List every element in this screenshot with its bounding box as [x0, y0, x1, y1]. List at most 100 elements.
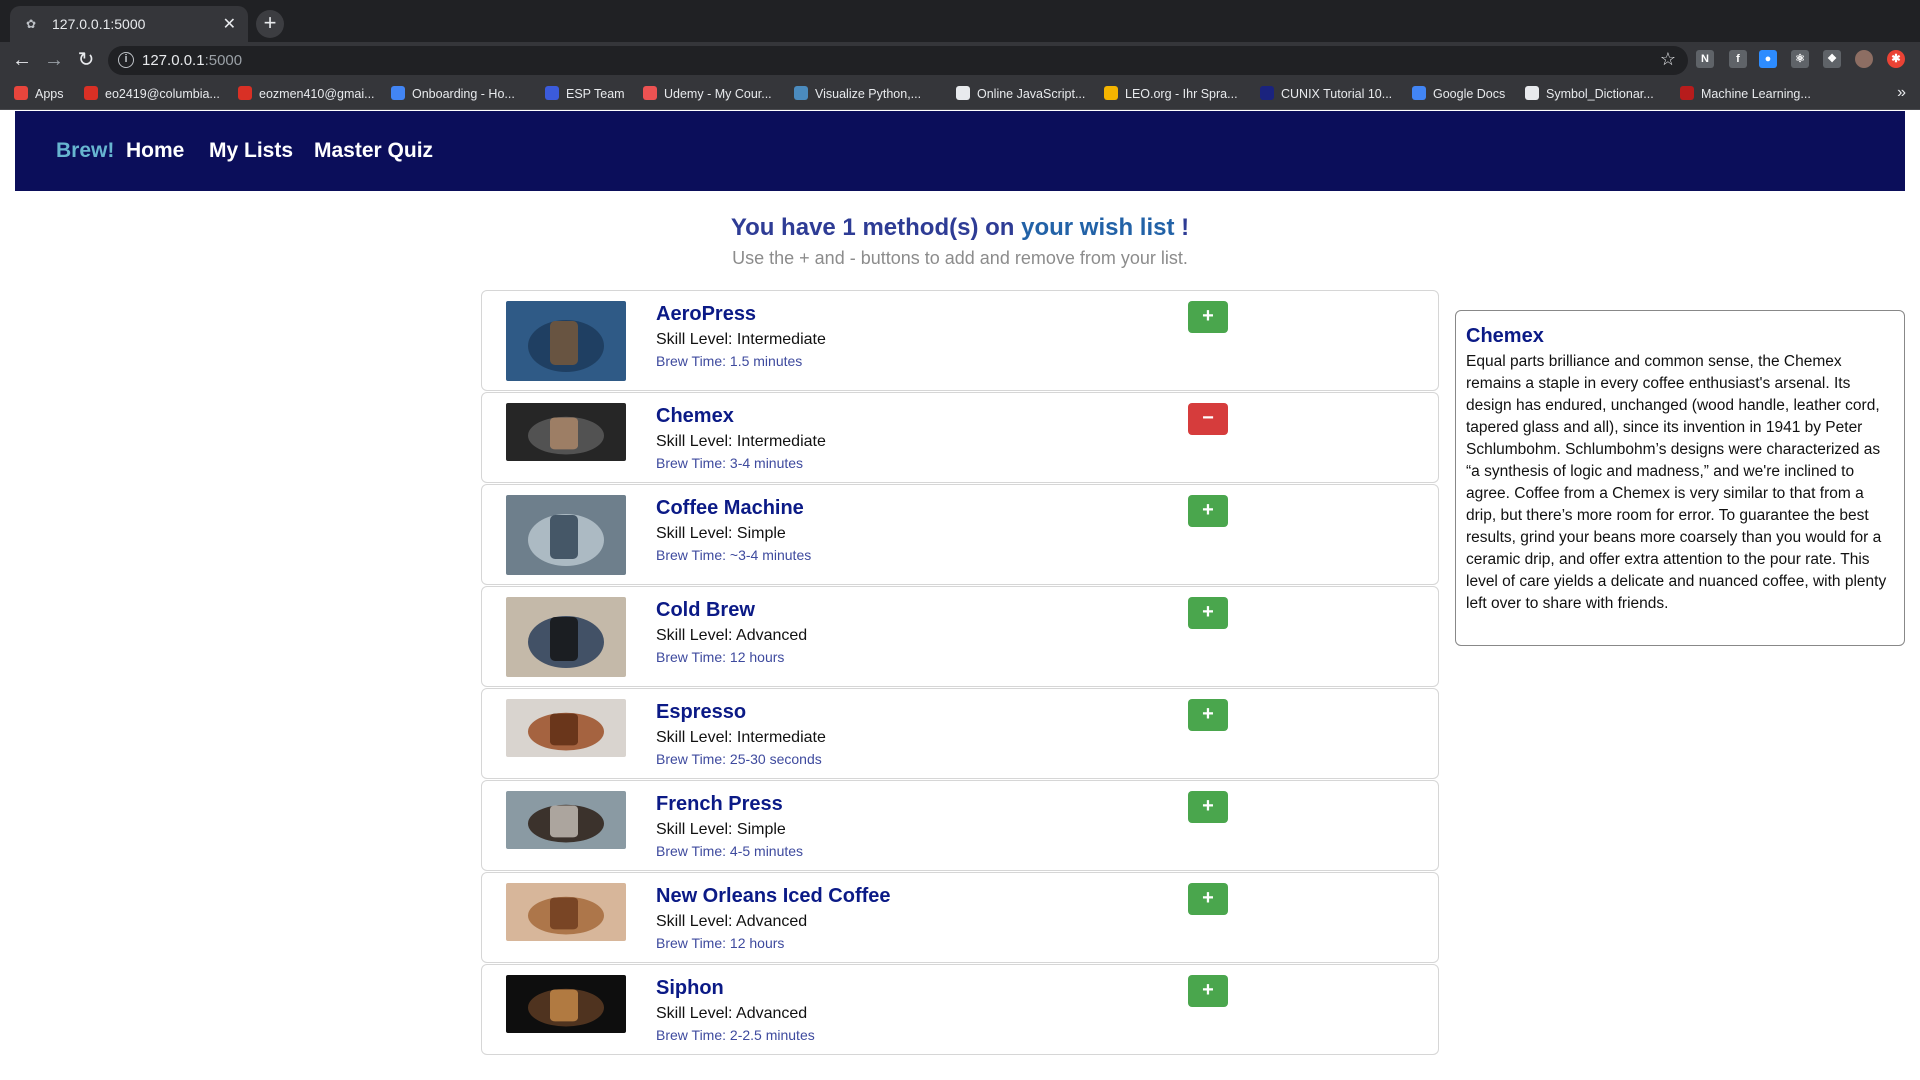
bookmark-star-icon[interactable]: ☆ — [1660, 49, 1676, 70]
method-card[interactable]: Coffee Machine Skill Level: Simple Brew Ti… — [481, 484, 1439, 585]
method-brew-time: Brew Time: 12 hours — [656, 649, 785, 665]
profile-avatar-icon[interactable] — [1855, 50, 1873, 68]
nav-master-quiz[interactable]: Master Quiz — [314, 139, 433, 163]
method-name[interactable]: French Press — [656, 793, 783, 816]
method-skill-level: Skill Level: Advanced — [656, 627, 808, 644]
browser-toolbar: ← → ↻ i 127.0.0.1:5000 ☆ N f ● ⚛ ❖ ✱ — [0, 42, 1920, 78]
zoom-extension-icon[interactable]: ● — [1759, 50, 1777, 68]
bookmark-favicon-icon — [14, 86, 28, 100]
back-icon[interactable]: ← — [10, 48, 34, 72]
bookmark-item[interactable]: LEO.org - Ihr Spra... — [1104, 86, 1238, 101]
bookmark-favicon-icon — [391, 86, 405, 100]
tab-title: 127.0.0.1:5000 — [52, 16, 146, 32]
add-to-list-button[interactable]: + — [1188, 597, 1228, 629]
bookmark-favicon-icon — [84, 86, 98, 100]
page-favicon-icon: ✿ — [25, 17, 37, 31]
bookmark-item[interactable]: Visualize Python,... — [794, 86, 921, 101]
method-name[interactable]: New Orleans Iced Coffee — [656, 885, 891, 908]
method-name[interactable]: Espresso — [656, 701, 746, 724]
bookmark-item[interactable]: Apps — [14, 86, 64, 101]
method-brew-time: Brew Time: 4-5 minutes — [656, 843, 804, 859]
np-extension-icon[interactable]: N — [1696, 50, 1714, 68]
new-tab-icon[interactable]: + — [256, 10, 284, 38]
page-title: You have 1 method(s) on your wish list ! — [730, 214, 1190, 241]
method-thumbnail[interactable] — [506, 699, 626, 757]
bookmark-favicon-icon — [1260, 86, 1274, 100]
method-name[interactable]: Chemex — [656, 405, 734, 428]
method-name[interactable]: Cold Brew — [656, 599, 755, 622]
method-card[interactable]: Chemex Skill Level: Intermediate Brew Time… — [481, 392, 1439, 483]
bookmark-item[interactable]: Google Docs — [1412, 86, 1505, 101]
method-thumbnail[interactable] — [506, 403, 626, 461]
method-name[interactable]: AeroPress — [656, 303, 756, 326]
site-info-icon[interactable]: i — [118, 52, 134, 68]
method-detail-panel: Chemex Equal parts brilliance and common… — [1455, 310, 1905, 646]
bookmark-item[interactable]: ESP Team — [545, 86, 625, 101]
method-name[interactable]: Siphon — [656, 977, 724, 1000]
wish-list-link[interactable]: your wish list — [1021, 214, 1174, 241]
method-skill-level: Skill Level: Simple — [656, 821, 786, 838]
method-thumbnail[interactable] — [506, 791, 626, 849]
bookmark-favicon-icon — [1412, 86, 1426, 100]
extension-red-icon[interactable]: ✱ — [1887, 50, 1905, 68]
method-thumbnail[interactable] — [506, 975, 626, 1033]
browser-tab-bar: ✿ 127.0.0.1:5000 ✕ + — [0, 0, 1920, 42]
nav-home[interactable]: Home — [126, 139, 184, 163]
bookmarks-overflow-icon[interactable]: » — [1897, 84, 1906, 102]
bookmarks-bar: Apps eo2419@columbia... eozmen410@gmai... O… — [0, 78, 1920, 110]
bookmark-favicon-icon — [956, 86, 970, 100]
bookmark-item[interactable]: eozmen410@gmai... — [238, 86, 375, 101]
bookmark-item[interactable]: eo2419@columbia... — [84, 86, 220, 101]
bookmark-favicon-icon — [238, 86, 252, 100]
method-skill-level: Skill Level: Advanced — [656, 1005, 808, 1022]
bookmark-favicon-icon — [1680, 86, 1694, 100]
bookmark-item[interactable]: Symbol_Dictionar... — [1525, 86, 1654, 101]
detail-title: Chemex — [1466, 325, 1544, 347]
add-to-list-button[interactable]: + — [1188, 495, 1228, 527]
method-thumbnail[interactable] — [506, 495, 626, 575]
add-to-list-button[interactable]: + — [1188, 301, 1228, 333]
method-card[interactable]: Siphon Skill Level: Advanced Brew Time: 2-… — [481, 964, 1439, 1055]
method-card[interactable]: Cold Brew Skill Level: Advanced Brew Time:… — [481, 586, 1439, 687]
brand-logo[interactable]: Brew! — [56, 139, 114, 163]
add-to-list-button[interactable]: + — [1188, 975, 1228, 1007]
bookmark-favicon-icon — [1525, 86, 1539, 100]
forward-icon[interactable]: → — [42, 48, 66, 72]
bookmark-item[interactable]: Udemy - My Cour... — [643, 86, 772, 101]
browser-tab[interactable]: ✿ 127.0.0.1:5000 ✕ — [10, 6, 248, 42]
remove-from-list-button[interactable]: − — [1188, 403, 1228, 435]
add-to-list-button[interactable]: + — [1188, 699, 1228, 731]
detail-description: Equal parts brilliance and common sense,… — [1466, 353, 1887, 612]
method-skill-level: Skill Level: Intermediate — [656, 729, 826, 746]
bookmark-item[interactable]: Machine Learning... — [1680, 86, 1811, 101]
address-url[interactable]: 127.0.0.1:5000 — [142, 52, 242, 69]
method-thumbnail[interactable] — [506, 301, 626, 381]
bookmark-item[interactable]: Online JavaScript... — [956, 86, 1085, 101]
method-brew-time: Brew Time: 2-2.5 minutes — [656, 1027, 815, 1043]
method-thumbnail[interactable] — [506, 883, 626, 941]
bookmark-item[interactable]: CUNIX Tutorial 10... — [1260, 86, 1392, 101]
page-subtitle: Use the + and - buttons to add and remov… — [732, 248, 1188, 268]
method-brew-time: Brew Time: ~3-4 minutes — [656, 547, 812, 563]
extensions-puzzle-icon[interactable]: ❖ — [1823, 50, 1841, 68]
method-card[interactable]: French Press Skill Level: Simple Brew Time… — [481, 780, 1439, 871]
method-name[interactable]: Coffee Machine — [656, 497, 804, 520]
method-brew-time: Brew Time: 12 hours — [656, 935, 785, 951]
react-extension-icon[interactable]: ⚛ — [1791, 50, 1809, 68]
nav-my-lists[interactable]: My Lists — [209, 139, 293, 163]
address-bar[interactable]: i 127.0.0.1:5000 ☆ — [108, 46, 1688, 75]
facebook-extension-icon[interactable]: f — [1729, 50, 1747, 68]
method-skill-level: Skill Level: Intermediate — [656, 433, 826, 450]
method-brew-time: Brew Time: 25-30 seconds — [656, 751, 822, 767]
method-thumbnail[interactable] — [506, 597, 626, 677]
method-brew-time: Brew Time: 3-4 minutes — [656, 455, 804, 471]
bookmark-item[interactable]: Onboarding - Ho... — [391, 86, 515, 101]
add-to-list-button[interactable]: + — [1188, 883, 1228, 915]
add-to-list-button[interactable]: + — [1188, 791, 1228, 823]
method-card[interactable]: AeroPress Skill Level: Intermediate Brew T… — [481, 290, 1439, 391]
method-card[interactable]: New Orleans Iced Coffee Skill Level: Adva… — [481, 872, 1439, 963]
method-card[interactable]: Espresso Skill Level: Intermediate Brew Ti… — [481, 688, 1439, 779]
close-tab-icon[interactable]: ✕ — [223, 14, 236, 34]
reload-icon[interactable]: ↻ — [74, 48, 98, 72]
site-navbar: Brew! Home My Lists Master Quiz — [15, 111, 1905, 191]
